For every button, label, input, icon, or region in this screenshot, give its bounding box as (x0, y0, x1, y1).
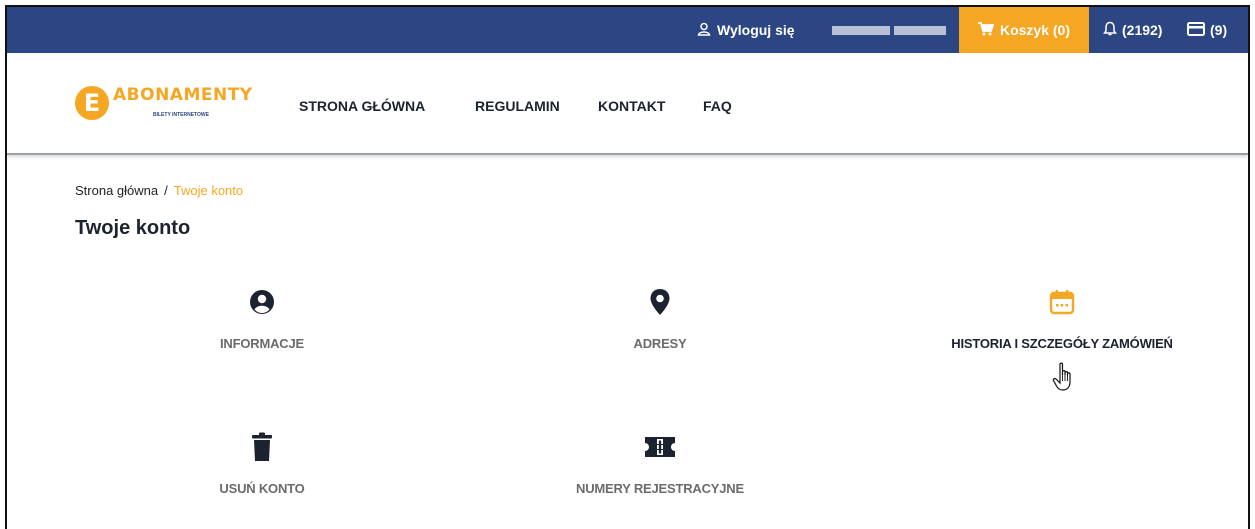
subscriptions-button[interactable]: (9) (1187, 7, 1227, 53)
tile-information[interactable]: INFORMACJE (112, 282, 412, 351)
nav-terms[interactable]: REGULAMIN (475, 98, 560, 114)
breadcrumb: Strona główna / Twoje konto (75, 183, 243, 198)
tile-delete-account[interactable]: USUŃ KONTO (112, 427, 412, 496)
logout-link[interactable]: Wyloguj się (697, 7, 795, 53)
cart-button[interactable]: Koszyk (0) (959, 7, 1089, 53)
site-logo[interactable]: E ABONAMENTY BILETY INTERNETOWE (75, 83, 255, 128)
browser-frame: Wyloguj się Koszyk (0) (2192) (9) E ABON… (5, 5, 1250, 529)
logo-badge: E (75, 86, 109, 120)
tile-registration-numbers-label: NUMERY REJESTRACYJNE (576, 481, 744, 496)
ticket-icon (510, 427, 810, 467)
notifications-count: (2192) (1122, 22, 1163, 38)
username-redacted (832, 7, 946, 53)
map-marker-icon (510, 282, 810, 322)
cart-icon (977, 21, 995, 39)
nav-contact[interactable]: KONTAKT (598, 98, 665, 114)
user-icon (697, 22, 711, 39)
tile-delete-account-label: USUŃ KONTO (219, 481, 305, 496)
bell-icon (1103, 21, 1117, 40)
user-circle-icon (112, 282, 412, 322)
subscriptions-count: (9) (1210, 22, 1228, 38)
tile-registration-numbers[interactable]: NUMERY REJESTRACYJNE (510, 427, 810, 496)
tile-addresses-label: ADRESY (633, 336, 687, 351)
trash-icon (112, 427, 412, 467)
breadcrumb-separator: / (164, 183, 168, 198)
tile-order-history-label: HISTORIA I SZCZEGÓŁY ZAMÓWIEŃ (951, 336, 1173, 351)
logo-text: ABONAMENTY (113, 85, 253, 105)
nav-home[interactable]: STRONA GŁÓWNA (299, 98, 425, 114)
notifications-button[interactable]: (2192) (1103, 7, 1162, 53)
tile-order-history[interactable]: HISTORIA I SZCZEGÓŁY ZAMÓWIEŃ (912, 282, 1212, 351)
top-bar: Wyloguj się Koszyk (0) (2192) (9) (7, 7, 1248, 53)
breadcrumb-home[interactable]: Strona główna (75, 183, 158, 198)
tile-addresses[interactable]: ADRESY (510, 282, 810, 351)
cart-label: Koszyk (0) (999, 22, 1071, 38)
hand-cursor-icon (1052, 362, 1076, 397)
calendar-icon (912, 282, 1212, 322)
logo-subtext: BILETY INTERNETOWE (153, 112, 209, 118)
tile-information-label: INFORMACJE (220, 336, 304, 351)
nav-faq[interactable]: FAQ (703, 98, 732, 114)
logout-label: Wyloguj się (717, 22, 795, 38)
page-title: Twoje konto (75, 217, 191, 239)
card-icon (1187, 21, 1205, 39)
breadcrumb-current: Twoje konto (173, 183, 244, 198)
